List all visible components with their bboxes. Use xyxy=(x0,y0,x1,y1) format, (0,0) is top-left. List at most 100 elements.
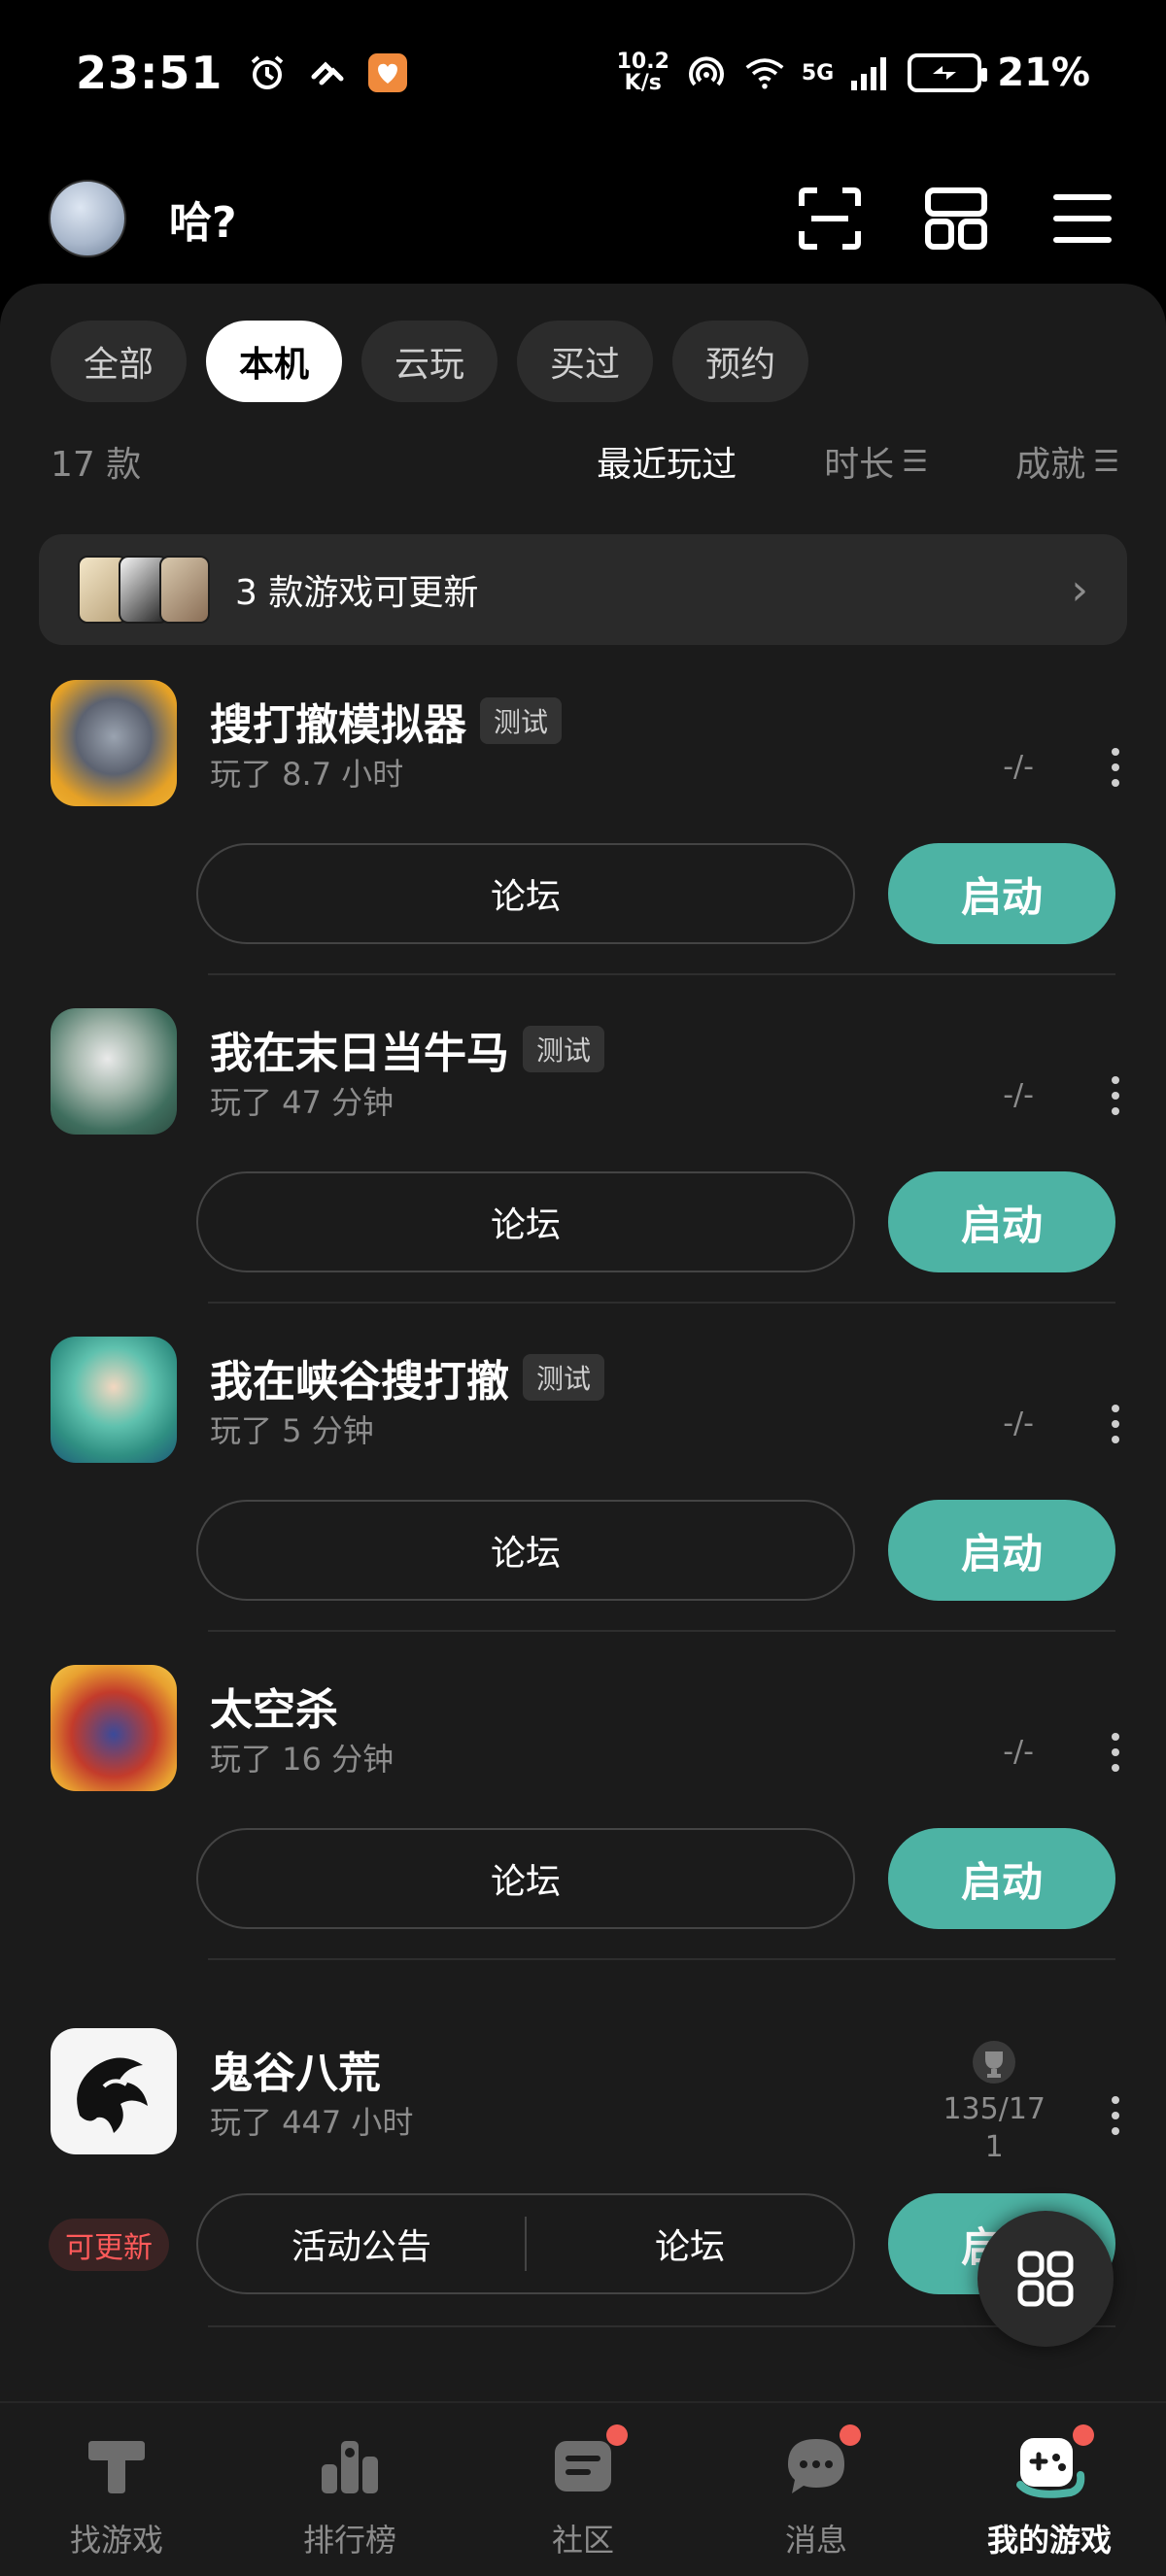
filter-local[interactable]: 本机 xyxy=(206,321,343,402)
sort-order-icon: ☰ xyxy=(902,444,929,479)
filter-reserved[interactable]: 预约 xyxy=(672,321,809,402)
hotspot-icon xyxy=(685,51,728,94)
nav-find-games[interactable]: 找游戏 xyxy=(0,2403,233,2576)
start-button[interactable]: 启动 xyxy=(888,1828,1115,1929)
start-button[interactable]: 启动 xyxy=(888,1171,1115,1272)
nav-label: 消息 xyxy=(784,2522,847,2559)
nav-my-games[interactable]: 我的游戏 xyxy=(933,2403,1166,2576)
forum-button[interactable]: 论坛 xyxy=(196,1828,855,1929)
forum-button[interactable]: 论坛 xyxy=(527,2219,853,2269)
app-notification-icon xyxy=(306,51,349,94)
notification-dot xyxy=(840,2424,861,2446)
game-title[interactable]: 太空杀 xyxy=(210,1675,338,1737)
game-icon[interactable] xyxy=(51,2028,177,2154)
update-thumb xyxy=(159,556,210,624)
announcement-button[interactable]: 活动公告 xyxy=(198,2219,525,2269)
play-time: 玩了 47 分钟 xyxy=(210,1084,394,1121)
test-badge: 测试 xyxy=(480,697,563,744)
nav-label: 社区 xyxy=(551,2522,614,2559)
achievement-progress: 135/17 1 xyxy=(943,2038,1046,2164)
game-title[interactable]: 我在末日当牛马 xyxy=(210,1018,509,1080)
sort-order-icon: ☰ xyxy=(1093,444,1119,479)
sort-duration-label: 时长 xyxy=(824,445,895,485)
nav-community[interactable]: 社区 xyxy=(466,2403,700,2576)
quick-grid-button[interactable] xyxy=(977,2211,1114,2347)
more-icon[interactable] xyxy=(1104,1405,1127,1443)
message-icon xyxy=(779,2424,861,2502)
forum-button[interactable]: 论坛 xyxy=(196,1171,855,1272)
play-time: 玩了 16 分钟 xyxy=(210,1741,394,1778)
game-icon[interactable] xyxy=(51,680,177,806)
more-icon[interactable] xyxy=(1104,2096,1127,2135)
net-speed-unit: K/s xyxy=(624,71,662,95)
game-count: 17 款 xyxy=(51,445,142,485)
menu-icon[interactable] xyxy=(1047,184,1117,254)
sort-options: 最近玩过 时长 ☰ 成就 ☰ xyxy=(597,436,1119,487)
grid-icon xyxy=(1017,2251,1074,2307)
scan-icon[interactable] xyxy=(795,184,865,254)
sort-duration[interactable]: 时长 ☰ xyxy=(824,436,928,487)
update-banner[interactable]: 3 款游戏可更新 › xyxy=(39,534,1127,645)
game-title-row: 搜打撤模拟器 测试 xyxy=(210,690,563,752)
trophy-icon xyxy=(943,2038,1046,2086)
battery-icon xyxy=(908,53,988,92)
sort-recent-label: 最近玩过 xyxy=(597,445,737,485)
nav-ranking[interactable]: 排行榜 xyxy=(233,2403,466,2576)
alarm-icon xyxy=(246,51,289,94)
sort-row: 17 款 最近玩过 时长 ☰ 成就 ☰ xyxy=(51,427,1119,495)
notification-dot xyxy=(1073,2424,1094,2446)
achievement-total-suffix: 1 xyxy=(984,2130,1004,2164)
more-icon[interactable] xyxy=(1104,1733,1127,1772)
notification-dot xyxy=(606,2424,628,2446)
start-button[interactable]: 启动 xyxy=(888,1500,1115,1601)
play-time: 玩了 447 小时 xyxy=(210,2104,414,2141)
net-speed-value: 10.2 xyxy=(616,50,669,74)
chevron-right-icon: › xyxy=(1071,564,1088,615)
avatar[interactable] xyxy=(49,180,126,257)
username[interactable]: 哈? xyxy=(169,187,237,250)
game-icon[interactable] xyxy=(51,1008,177,1135)
status-time: 23:51 xyxy=(76,47,223,99)
net-speed: 10.2 K/s xyxy=(617,51,669,94)
divider xyxy=(208,1302,1115,1304)
ranking-icon xyxy=(313,2428,387,2502)
nav-label: 排行榜 xyxy=(302,2522,396,2559)
sort-recent[interactable]: 最近玩过 xyxy=(597,436,737,487)
header-actions xyxy=(795,184,1117,254)
filter-chips: 全部 本机 云玩 买过 预约 xyxy=(51,321,809,402)
game-title[interactable]: 我在峡谷搜打撤 xyxy=(210,1346,509,1408)
game-library-panel: 全部 本机 云玩 买过 预约 17 款 最近玩过 时长 ☰ 成就 ☰ 3 款游戏可更… xyxy=(0,284,1166,2401)
game-icon[interactable] xyxy=(51,1665,177,1791)
network-type: 5G xyxy=(801,60,835,85)
game-icon[interactable] xyxy=(51,1337,177,1463)
forum-button[interactable]: 论坛 xyxy=(196,843,855,944)
find-games-icon xyxy=(80,2428,154,2502)
achievement-count: 135/17 xyxy=(943,2092,1046,2126)
game-title[interactable]: 搜打撤模拟器 xyxy=(210,690,466,752)
app-header: 哈? xyxy=(0,155,1166,282)
nav-messages[interactable]: 消息 xyxy=(700,2403,933,2576)
filter-purchased[interactable]: 买过 xyxy=(517,321,654,402)
filter-cloud[interactable]: 云玩 xyxy=(361,321,498,402)
test-badge: 测试 xyxy=(523,1354,605,1401)
game-title-row: 我在峡谷搜打撤 测试 xyxy=(210,1346,605,1408)
game-title[interactable]: 鬼谷八荒 xyxy=(210,2038,381,2100)
update-available-badge: 可更新 xyxy=(49,2219,169,2271)
dragon-logo-icon xyxy=(77,2057,148,2133)
play-time: 玩了 5 分钟 xyxy=(210,1412,374,1449)
divider xyxy=(208,1630,1115,1632)
more-icon[interactable] xyxy=(1104,748,1127,787)
play-time: 玩了 8.7 小时 xyxy=(210,756,404,793)
sort-achievement-label: 成就 xyxy=(1015,445,1086,485)
achievement-progress: -/- xyxy=(1003,1078,1034,1112)
filter-all[interactable]: 全部 xyxy=(51,321,188,402)
status-left-icons xyxy=(246,51,409,94)
layout-grid-icon[interactable] xyxy=(921,184,991,254)
game-title-row: 鬼谷八荒 xyxy=(210,2038,381,2100)
divider xyxy=(208,973,1115,975)
more-icon[interactable] xyxy=(1104,1076,1127,1115)
sort-achievement[interactable]: 成就 ☰ xyxy=(1015,436,1119,487)
game-title-row: 太空杀 xyxy=(210,1675,338,1737)
start-button[interactable]: 启动 xyxy=(888,843,1115,944)
forum-button[interactable]: 论坛 xyxy=(196,1500,855,1601)
